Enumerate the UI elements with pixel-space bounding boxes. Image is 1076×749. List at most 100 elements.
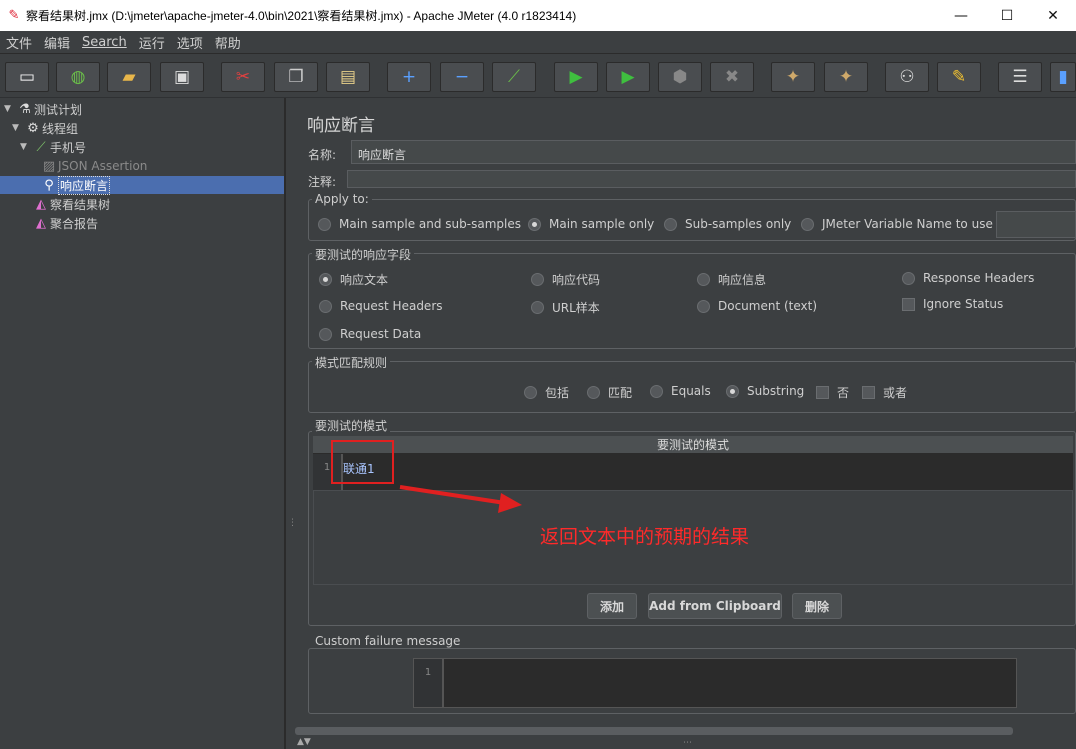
gutter-divider — [442, 659, 444, 707]
start-no-pauses-icon[interactable]: ▶ — [606, 62, 650, 92]
add-from-clipboard-button[interactable]: Add from Clipboard — [648, 593, 782, 619]
split-pane-divider[interactable]: ⋮ — [285, 98, 297, 749]
checkbox-not[interactable]: 否 — [816, 384, 849, 401]
option-label: Equals — [671, 384, 711, 398]
radio-url-sample[interactable]: URL样本 — [531, 299, 600, 316]
assertion-panel: 响应断言 名称: 响应断言 注释: Apply to: Main sample … — [295, 98, 1076, 749]
radio-document-text[interactable]: Document (text) — [697, 299, 817, 313]
graph-icon: ◭ — [36, 215, 46, 231]
radio-response-message[interactable]: 响应信息 — [697, 271, 766, 288]
expand-icon[interactable]: + — [387, 62, 431, 92]
checkbox-ignore-status[interactable]: Ignore Status — [902, 297, 1003, 311]
option-label: 匹配 — [608, 386, 633, 400]
menu-help[interactable]: 帮助 — [209, 33, 247, 52]
collapse-arrow-icon[interactable]: ▼ — [20, 142, 32, 152]
radio-substring[interactable]: Substring — [726, 384, 804, 398]
copy-icon[interactable]: ❐ — [274, 62, 318, 92]
tree-item-label: 线程组 — [42, 121, 79, 136]
radio-response-text[interactable]: 响应文本 — [319, 271, 388, 288]
toggle-icon[interactable]: ⟋ — [492, 62, 536, 92]
option-label: 响应文本 — [340, 273, 389, 287]
tree-item-thread-group[interactable]: ▼ ⚙ 线程组 — [12, 119, 78, 137]
radio-icon — [531, 273, 544, 286]
jmeter-variable-field[interactable] — [996, 211, 1076, 238]
clear-icon[interactable]: ✦ — [771, 62, 815, 92]
matching-rules-title: 模式匹配规则 — [312, 354, 391, 371]
horizontal-scrollbar[interactable] — [295, 725, 1076, 737]
cut-icon[interactable]: ✂ — [221, 62, 265, 92]
radio-main-only[interactable]: Main sample only — [528, 217, 654, 231]
radio-request-headers[interactable]: Request Headers — [319, 299, 443, 313]
function-helper-icon[interactable]: ☰ — [998, 62, 1042, 92]
window-title-bar: ✎ 察看结果树.jmx (D:\jmeter\apache-jmeter-4.0… — [0, 0, 1076, 31]
gear-icon: ⚙ — [27, 120, 39, 136]
paste-icon[interactable]: ▤ — [326, 62, 370, 92]
radio-sub-only[interactable]: Sub-samples only — [664, 217, 791, 231]
test-plan-tree: ▼ ⚗ 测试计划 ▼ ⚙ 线程组 ▼ ⟋ 手机号 ▨ JSON Assertio… — [0, 98, 285, 749]
start-icon[interactable]: ▶ — [554, 62, 598, 92]
checkbox-or[interactable]: 或者 — [862, 384, 907, 401]
collapse-icon[interactable]: − — [440, 62, 484, 92]
tree-item-json-assertion[interactable]: ▨ JSON Assertion — [40, 157, 148, 175]
menu-run[interactable]: 运行 — [133, 33, 171, 52]
radio-jmeter-variable[interactable]: JMeter Variable Name to use — [801, 217, 993, 231]
option-label: Substring — [747, 384, 805, 398]
checkbox-icon — [902, 297, 915, 311]
name-field[interactable]: 响应断言 — [351, 140, 1076, 164]
option-label: Ignore Status — [923, 297, 1004, 311]
save-icon[interactable]: ▣ — [160, 62, 204, 92]
scrollbar-thumb[interactable] — [295, 727, 1013, 735]
tree-item-response-assertion[interactable]: ⚲ 响应断言 — [0, 175, 284, 195]
option-label: 响应信息 — [718, 273, 767, 287]
panel-title: 响应断言 — [307, 116, 375, 136]
tree-item-aggregate-report[interactable]: ◭ 聚合报告 — [32, 214, 98, 232]
radio-response-code[interactable]: 响应代码 — [531, 271, 600, 288]
help-icon[interactable]: ▮ — [1050, 62, 1076, 92]
add-button[interactable]: 添加 — [587, 593, 637, 619]
tree-item-view-results-tree[interactable]: ◭ 察看结果树 — [32, 195, 110, 213]
open-icon[interactable]: ▰ — [107, 62, 151, 92]
close-button[interactable]: ✕ — [1030, 0, 1076, 31]
radio-equals[interactable]: Equals — [650, 384, 711, 398]
radio-icon — [902, 271, 915, 285]
menu-search[interactable]: Search — [76, 35, 133, 50]
tree-item-label: 聚合报告 — [50, 216, 99, 231]
option-label: 响应代码 — [552, 273, 601, 287]
tree-item-sampler[interactable]: ▼ ⟋ 手机号 — [20, 138, 86, 156]
shutdown-icon[interactable]: ✖ — [710, 62, 754, 92]
menu-edit[interactable]: 编辑 — [38, 33, 76, 52]
comment-label: 注释: — [308, 175, 337, 189]
collapse-pane-arrows-icon[interactable]: ▲▼ — [297, 737, 311, 747]
patterns-column-header[interactable]: 要测试的模式 — [313, 436, 1073, 454]
radio-selected-icon — [528, 217, 541, 231]
reset-search-icon[interactable]: ✎ — [937, 62, 981, 92]
failure-message-title: Custom failure message — [312, 634, 464, 648]
failure-message-editor[interactable]: 1 — [413, 658, 1017, 708]
option-label: Document (text) — [718, 299, 818, 313]
radio-main-and-sub[interactable]: Main sample and sub-samples — [318, 217, 521, 231]
stop-icon[interactable]: ⬢ — [658, 62, 702, 92]
patterns-title: 要测试的模式 — [312, 417, 391, 434]
collapse-arrow-icon[interactable]: ▼ — [12, 123, 24, 133]
radio-contains[interactable]: 包括 — [524, 384, 569, 401]
comment-field[interactable] — [347, 170, 1076, 188]
collapse-arrow-icon[interactable]: ▼ — [4, 104, 16, 114]
menu-options[interactable]: 选项 — [171, 33, 209, 52]
radio-request-data[interactable]: Request Data — [319, 327, 421, 341]
tree-item-test-plan[interactable]: ▼ ⚗ 测试计划 — [4, 100, 82, 118]
minimize-button[interactable]: — — [938, 0, 984, 31]
toolbar: ▭ ◍ ▰ ▣ ✂ ❐ ▤ + − ⟋ ▶ ▶ ⬢ ✖ ✦ ✦ ⚇ ✎ ☰ ▮ — [0, 54, 1076, 98]
clear-all-icon[interactable]: ✦ — [824, 62, 868, 92]
menu-bar: 文件 编辑 Search 运行 选项 帮助 — [0, 31, 1076, 54]
new-icon[interactable]: ▭ — [5, 62, 49, 92]
templates-icon[interactable]: ◍ — [56, 62, 100, 92]
menu-file[interactable]: 文件 — [0, 33, 38, 52]
maximize-button[interactable]: ☐ — [984, 0, 1030, 31]
radio-icon — [650, 384, 663, 398]
delete-button[interactable]: 删除 — [792, 593, 842, 619]
radio-response-headers[interactable]: Response Headers — [902, 271, 1034, 285]
grip-icon: ⋯ — [683, 738, 692, 748]
radio-selected-icon — [319, 273, 332, 286]
search-icon[interactable]: ⚇ — [885, 62, 929, 92]
radio-matches[interactable]: 匹配 — [587, 384, 632, 401]
